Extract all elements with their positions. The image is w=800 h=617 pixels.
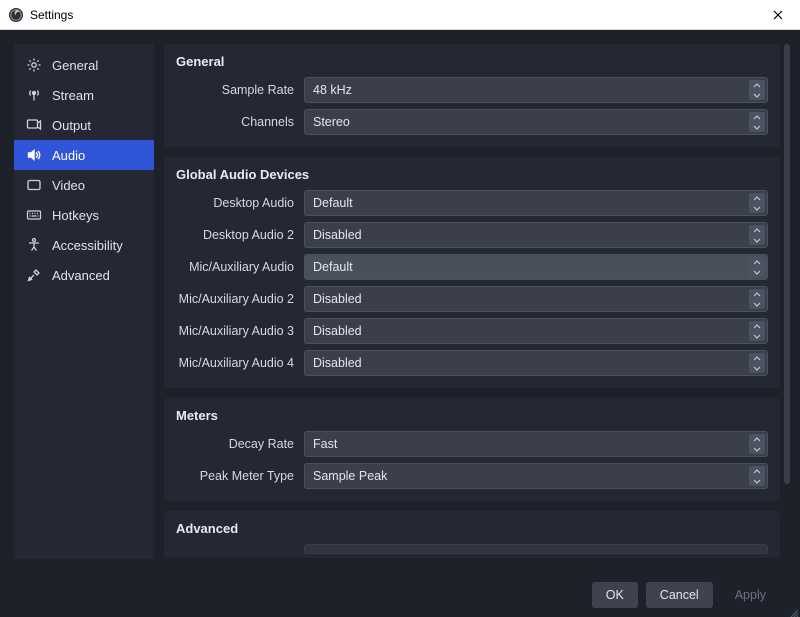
stepper-icon bbox=[749, 353, 765, 373]
select-channels[interactable]: Stereo bbox=[304, 109, 768, 135]
select-sample-rate[interactable]: 48 kHz bbox=[304, 77, 768, 103]
window-title: Settings bbox=[30, 8, 73, 22]
select-mic-aux-3[interactable]: Disabled bbox=[304, 318, 768, 344]
label-sample-rate: Sample Rate bbox=[176, 83, 304, 97]
sidebar-item-video[interactable]: Video bbox=[14, 170, 154, 200]
label-mic-aux-2: Mic/Auxiliary Audio 2 bbox=[176, 292, 304, 306]
stepper-icon bbox=[749, 466, 765, 486]
scrollbar[interactable] bbox=[784, 44, 790, 484]
select-value: Default bbox=[313, 196, 353, 210]
audio-icon bbox=[26, 147, 42, 163]
tools-icon bbox=[26, 267, 42, 283]
stepper-icon bbox=[749, 80, 765, 100]
sidebar-item-hotkeys[interactable]: Hotkeys bbox=[14, 200, 154, 230]
sidebar-item-label: Stream bbox=[52, 88, 94, 103]
select-decay-rate[interactable]: Fast bbox=[304, 431, 768, 457]
row-channels: Channels Stereo bbox=[176, 109, 768, 135]
sidebar-item-advanced[interactable]: Advanced bbox=[14, 260, 154, 290]
select-advanced-cut[interactable] bbox=[304, 544, 768, 554]
select-mic-aux-2[interactable]: Disabled bbox=[304, 286, 768, 312]
body: General Stream Output Audio Video Hotkey… bbox=[0, 30, 800, 573]
label-desktop-audio-2: Desktop Audio 2 bbox=[176, 228, 304, 242]
stepper-icon bbox=[749, 321, 765, 341]
stepper-icon bbox=[749, 112, 765, 132]
broadcast-icon bbox=[26, 87, 42, 103]
select-desktop-audio[interactable]: Default bbox=[304, 190, 768, 216]
titlebar: Settings bbox=[0, 0, 800, 30]
gear-icon bbox=[26, 57, 42, 73]
sidebar-item-label: Output bbox=[52, 118, 91, 133]
ok-button[interactable]: OK bbox=[592, 582, 638, 608]
main-panel: General Sample Rate 48 kHz Channels Ster… bbox=[164, 44, 790, 559]
sidebar-item-label: General bbox=[52, 58, 98, 73]
label-desktop-audio: Desktop Audio bbox=[176, 196, 304, 210]
label-mic-aux-4: Mic/Auxiliary Audio 4 bbox=[176, 356, 304, 370]
output-icon bbox=[26, 117, 42, 133]
resize-grip-icon[interactable] bbox=[788, 605, 798, 615]
section-general: General Sample Rate 48 kHz Channels Ster… bbox=[164, 44, 780, 147]
select-mic-aux[interactable]: Default bbox=[304, 254, 768, 280]
select-value: Stereo bbox=[313, 115, 350, 129]
accessibility-icon bbox=[26, 237, 42, 253]
label-peak-meter-type: Peak Meter Type bbox=[176, 469, 304, 483]
settings-window: Settings General Stream Output Audio bbox=[0, 0, 800, 617]
section-global-audio-devices: Global Audio Devices Desktop Audio Defau… bbox=[164, 157, 780, 388]
stepper-icon bbox=[749, 434, 765, 454]
section-title: Meters bbox=[176, 408, 768, 423]
apply-button[interactable]: Apply bbox=[721, 582, 780, 608]
stepper-icon bbox=[749, 257, 765, 277]
sidebar-item-label: Audio bbox=[52, 148, 85, 163]
keyboard-icon bbox=[26, 207, 42, 223]
section-title: General bbox=[176, 54, 768, 69]
sidebar-item-label: Advanced bbox=[52, 268, 110, 283]
sidebar-item-stream[interactable]: Stream bbox=[14, 80, 154, 110]
stepper-icon bbox=[749, 225, 765, 245]
select-value: Sample Peak bbox=[313, 469, 387, 483]
cancel-button[interactable]: Cancel bbox=[646, 582, 713, 608]
section-advanced: Advanced x bbox=[164, 511, 780, 558]
stepper-icon bbox=[749, 193, 765, 213]
section-title: Global Audio Devices bbox=[176, 167, 768, 182]
select-value: Disabled bbox=[313, 324, 362, 338]
label-decay-rate: Decay Rate bbox=[176, 437, 304, 451]
sidebar-item-audio[interactable]: Audio bbox=[14, 140, 154, 170]
stepper-icon bbox=[749, 289, 765, 309]
row-sample-rate: Sample Rate 48 kHz bbox=[176, 77, 768, 103]
scroll-area: General Sample Rate 48 kHz Channels Ster… bbox=[164, 44, 790, 559]
select-value: Disabled bbox=[313, 292, 362, 306]
label-mic-aux-3: Mic/Auxiliary Audio 3 bbox=[176, 324, 304, 338]
video-icon bbox=[26, 177, 42, 193]
section-title: Advanced bbox=[176, 521, 768, 536]
section-meters: Meters Decay Rate Fast Peak Meter Type S… bbox=[164, 398, 780, 501]
select-value: Disabled bbox=[313, 356, 362, 370]
sidebar-item-label: Video bbox=[52, 178, 85, 193]
sidebar-item-general[interactable]: General bbox=[14, 50, 154, 80]
sidebar-item-accessibility[interactable]: Accessibility bbox=[14, 230, 154, 260]
close-button[interactable] bbox=[764, 1, 792, 29]
select-mic-aux-4[interactable]: Disabled bbox=[304, 350, 768, 376]
sidebar-item-label: Hotkeys bbox=[52, 208, 99, 223]
select-value: Default bbox=[313, 260, 353, 274]
select-value: Disabled bbox=[313, 228, 362, 242]
select-desktop-audio-2[interactable]: Disabled bbox=[304, 222, 768, 248]
sidebar-item-label: Accessibility bbox=[52, 238, 123, 253]
footer: OK Cancel Apply bbox=[0, 573, 800, 617]
select-value: 48 kHz bbox=[313, 83, 352, 97]
sidebar: General Stream Output Audio Video Hotkey… bbox=[14, 44, 154, 559]
obs-icon bbox=[8, 7, 24, 23]
select-peak-meter-type[interactable]: Sample Peak bbox=[304, 463, 768, 489]
label-mic-aux: Mic/Auxiliary Audio bbox=[176, 260, 304, 274]
label-channels: Channels bbox=[176, 115, 304, 129]
sidebar-item-output[interactable]: Output bbox=[14, 110, 154, 140]
select-value: Fast bbox=[313, 437, 337, 451]
